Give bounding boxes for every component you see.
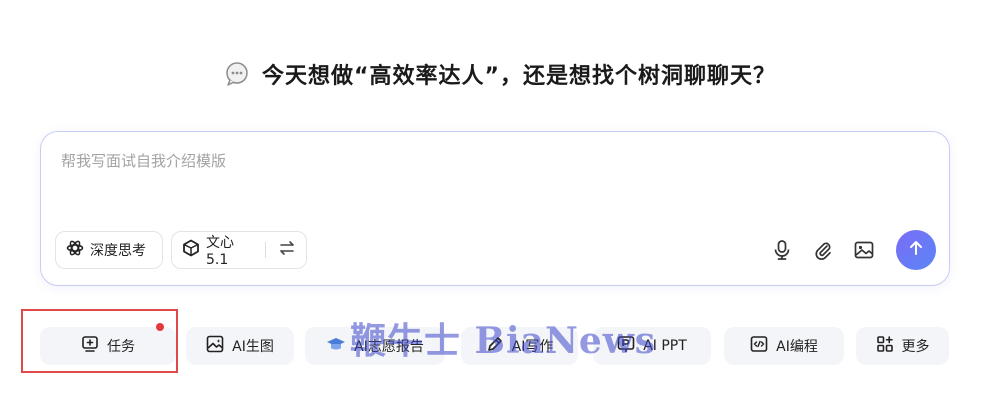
chip-ai-coding[interactable]: AI编程: [724, 327, 844, 365]
notification-dot: [156, 323, 164, 331]
chip-label: AI生图: [232, 339, 274, 355]
chip-label: 更多: [901, 339, 930, 355]
chat-bubble-icon: [224, 61, 250, 87]
deep-think-button[interactable]: 深度思考: [55, 231, 163, 269]
code-icon: [750, 335, 768, 357]
page-headline: 今天想做“高效率达人”，还是想找个树洞聊聊天？: [0, 58, 1000, 90]
swap-icon[interactable]: [278, 239, 296, 261]
image-icon[interactable]: [853, 239, 875, 261]
microphone-icon[interactable]: [771, 239, 793, 261]
watermark: 鞭牛士 BiaNews: [350, 320, 657, 362]
model-label: 文心5.1: [206, 235, 234, 268]
headline-text: 今天想做“高效率达人”，还是想找个树洞聊聊天？: [262, 64, 776, 89]
cube-icon: [182, 239, 200, 261]
chat-input-placeholder[interactable]: 帮我写面试自我介绍模版: [61, 150, 226, 171]
arrow-up-icon: [907, 239, 925, 261]
image-gen-icon: [206, 335, 224, 357]
deep-think-label: 深度思考: [90, 243, 146, 259]
send-button[interactable]: [896, 230, 936, 270]
paperclip-icon[interactable]: [812, 239, 834, 261]
graduation-cap-icon: [326, 336, 346, 356]
divider: [265, 242, 266, 258]
chat-input-box[interactable]: 帮我写面试自我介绍模版 深度思考 文心5.1: [40, 131, 950, 286]
grid-plus-icon: [876, 335, 894, 357]
atom-icon: [66, 239, 84, 261]
model-select-button[interactable]: 文心5.1: [171, 231, 307, 269]
highlight-box: [21, 309, 178, 373]
chip-label: AI编程: [776, 339, 818, 355]
chip-more[interactable]: 更多: [856, 327, 949, 365]
chip-ai-image[interactable]: AI生图: [186, 327, 294, 365]
